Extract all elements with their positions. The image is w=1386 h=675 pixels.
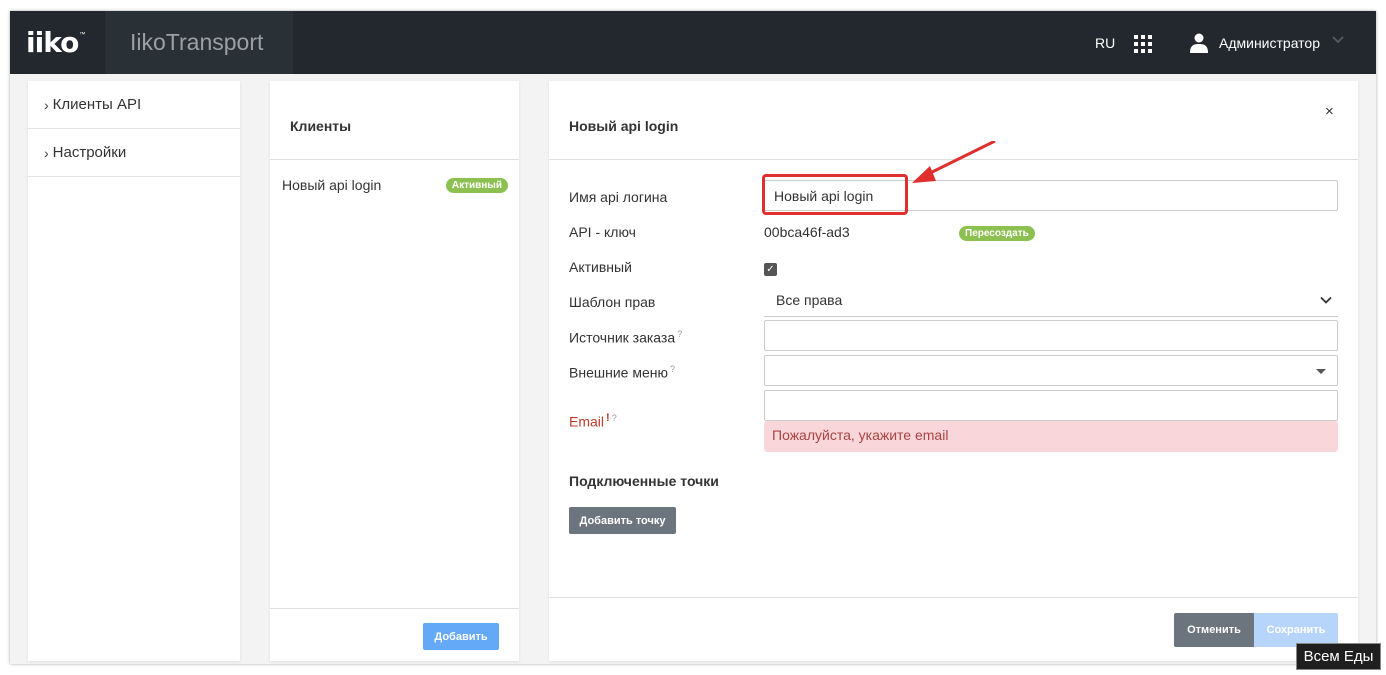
app-window: iiko ™ IikoTransport RU Администратор › … <box>10 11 1376 664</box>
email-input[interactable] <box>764 390 1338 421</box>
add-client-button[interactable]: Добавить <box>423 623 499 650</box>
external-menu-label: Внешние меню? <box>569 364 675 381</box>
sidebar-item-settings[interactable]: › Настройки <box>28 129 240 177</box>
sidebar-item-api-clients[interactable]: › Клиенты API <box>28 81 240 129</box>
dropdown-caret-icon <box>1316 369 1326 374</box>
divider <box>270 159 519 160</box>
client-name: Новый api login <box>282 177 382 193</box>
order-source-label: Источник заказа? <box>569 329 682 346</box>
login-name-label: Имя api логина <box>569 189 668 205</box>
chevron-right-icon: › <box>44 96 49 113</box>
iiko-logo[interactable]: iiko ™ <box>26 25 86 59</box>
active-label: Активный <box>569 259 632 275</box>
api-key-label: API - ключ <box>569 224 636 240</box>
cancel-button[interactable]: Отменить <box>1174 613 1254 647</box>
save-button[interactable]: Сохранить <box>1254 613 1338 647</box>
rights-template-label: Шаблон прав <box>569 294 656 310</box>
rights-template-select[interactable]: Все права <box>764 286 1338 317</box>
help-icon[interactable]: ? <box>612 413 617 423</box>
api-key-value: 00bca46f-ad3 <box>764 224 850 240</box>
sidebar-item-label: Клиенты API <box>52 96 142 113</box>
logo-trademark: ™ <box>79 32 86 38</box>
user-icon <box>1190 33 1208 53</box>
required-mark: ! <box>606 412 610 424</box>
divider <box>270 608 519 609</box>
user-menu[interactable]: Администратор <box>1219 35 1320 51</box>
help-icon[interactable]: ? <box>677 329 682 339</box>
order-source-label-text: Источник заказа <box>569 329 676 346</box>
external-menu-select[interactable] <box>764 355 1338 386</box>
app-title: IikoTransport <box>130 29 264 55</box>
chevron-down-icon[interactable] <box>1332 33 1344 45</box>
language-switcher[interactable]: RU <box>1095 35 1115 51</box>
rights-template-value: Все права <box>776 292 843 308</box>
connected-points-title: Подключенные точки <box>569 473 719 489</box>
top-bar: iiko ™ IikoTransport RU Администратор <box>10 11 1376 74</box>
close-icon[interactable]: × <box>1325 103 1334 120</box>
regenerate-key-button[interactable]: Пересоздать <box>959 226 1035 241</box>
status-badge: Активный <box>445 177 508 193</box>
logo-text: iiko <box>26 25 79 59</box>
sidebar-item-label: Настройки <box>52 144 127 161</box>
client-list-item[interactable]: Новый api login Активный <box>282 174 508 196</box>
clients-panel: Клиенты Новый api login Активный Добавит… <box>270 81 519 661</box>
sidebar: › Клиенты API › Настройки <box>28 81 240 661</box>
watermark: Всем Еды <box>1296 643 1381 670</box>
login-name-input[interactable] <box>764 180 1338 211</box>
order-source-input[interactable] <box>764 320 1338 351</box>
chevron-right-icon: › <box>44 144 49 161</box>
annotation-arrow-icon <box>912 141 996 183</box>
editor-title: Новый api login <box>569 118 679 134</box>
help-icon[interactable]: ? <box>670 364 675 374</box>
chevron-down-icon <box>1320 296 1332 304</box>
add-point-button[interactable]: Добавить точку <box>569 507 676 534</box>
active-checkbox[interactable]: ✓ <box>764 263 777 276</box>
email-error-message: Пожалуйста, укажите email <box>764 421 1338 452</box>
divider <box>549 597 1358 598</box>
apps-grid-icon[interactable] <box>1134 35 1152 53</box>
clients-title: Клиенты <box>290 118 352 134</box>
external-menu-label-text: Внешние меню <box>569 364 668 381</box>
email-label-text: Email <box>569 413 605 430</box>
email-label: Email!? <box>569 412 617 430</box>
